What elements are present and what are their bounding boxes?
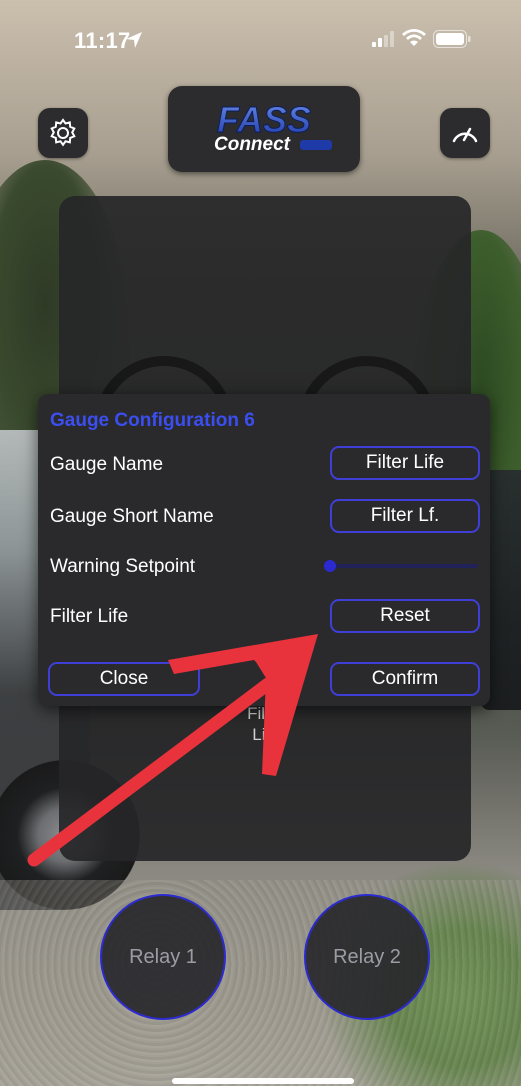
cellular-signal-icon [372, 31, 394, 47]
close-button[interactable]: Close [48, 662, 200, 696]
gauge-name-label: Gauge Name [50, 454, 164, 475]
relay-2-label: Relay 2 [333, 945, 401, 968]
gauge-config-modal: Gauge Configuration 6 Gauge Name Filter … [38, 394, 490, 706]
confirm-button[interactable]: Confirm [330, 662, 480, 696]
home-indicator[interactable] [172, 1078, 354, 1084]
gauge-name-field[interactable]: Filter Life [330, 446, 480, 480]
slider-thumb[interactable] [324, 560, 336, 572]
settings-button[interactable] [38, 108, 88, 158]
gauge-short-name-label: Gauge Short Name [50, 506, 214, 527]
gauge-short-name-field[interactable]: Filter Lf. [330, 499, 480, 533]
wifi-icon [402, 29, 426, 46]
battery-icon [433, 30, 471, 48]
gear-icon [50, 118, 76, 147]
gauge-label: Filter Life [247, 704, 285, 744]
gauge-button[interactable] [440, 108, 490, 158]
logo-text-bottom: Connect [214, 134, 291, 155]
reset-button[interactable]: Reset [330, 599, 480, 633]
fass-connect-logo: FASS Connect [168, 86, 360, 172]
modal-title: Gauge Configuration 6 [50, 410, 255, 431]
location-arrow-icon [126, 32, 142, 48]
relay-2-button[interactable]: Relay 2 [304, 894, 430, 1020]
relay-1-label: Relay 1 [129, 945, 197, 968]
filter-life-label: Filter Life [50, 606, 129, 627]
status-time: 11:17 [74, 28, 131, 53]
warning-setpoint-label: Warning Setpoint [50, 556, 196, 577]
status-bar: 11:17 [0, 0, 521, 80]
warning-setpoint-slider[interactable] [328, 564, 478, 568]
relay-1-button[interactable]: Relay 1 [100, 894, 226, 1020]
speedometer-icon [452, 127, 478, 143]
